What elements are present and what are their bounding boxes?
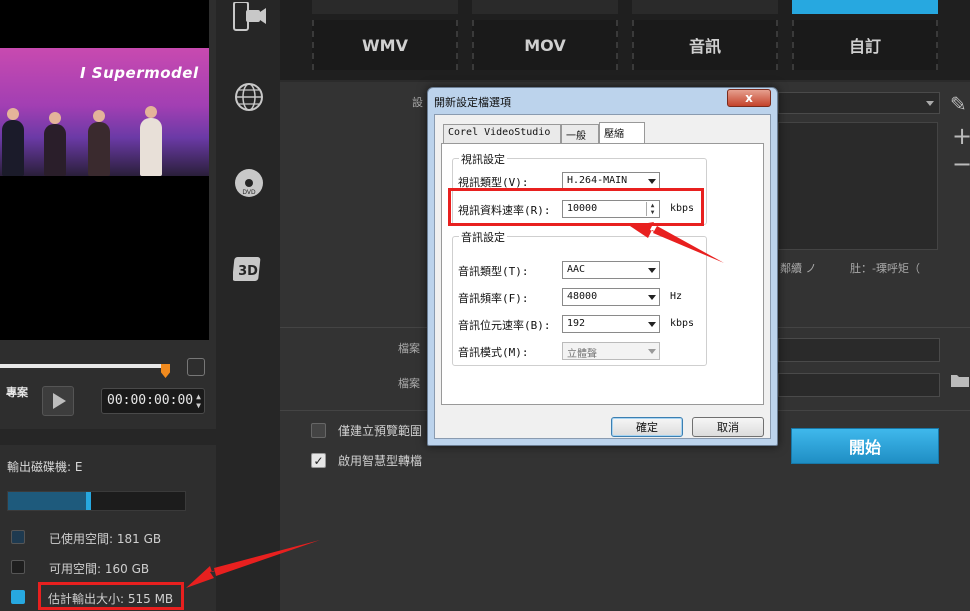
- preview-only-checkbox[interactable]: [311, 423, 326, 438]
- disk-estimate-fill: [86, 492, 91, 510]
- tab-compression[interactable]: 壓縮: [599, 122, 645, 144]
- mobile-device-icon[interactable]: [232, 0, 266, 34]
- video-banner-text: I Supermodel: [80, 64, 199, 82]
- format-tab-top: [472, 0, 618, 14]
- checkmark-icon: ✓: [313, 453, 324, 468]
- audio-settings-title: 音訊設定: [459, 229, 507, 245]
- audio-bitrate-select[interactable]: 192: [562, 315, 660, 333]
- start-button[interactable]: 開始: [791, 428, 939, 464]
- chevron-down-icon: [926, 101, 934, 106]
- timecode-value: 00:00:00:00: [107, 393, 194, 408]
- audio-bitrate-unit: kbps: [670, 318, 695, 329]
- audio-mode-select[interactable]: 立體聲: [562, 342, 660, 360]
- chevron-down-icon: [648, 268, 656, 273]
- audio-mode-label: 音訊模式(M):: [458, 346, 529, 359]
- chevron-down-icon: [648, 322, 656, 327]
- ok-button[interactable]: 確定: [611, 417, 683, 437]
- minus-icon[interactable]: −: [952, 150, 970, 178]
- person-figure: [88, 110, 110, 176]
- svg-text:3D: 3D: [238, 264, 258, 279]
- plus-icon[interactable]: +: [952, 122, 970, 150]
- smart-render-checkbox[interactable]: ✓: [311, 453, 326, 468]
- bitrate-highlight-box: [448, 188, 704, 226]
- profile-text-snippet: 鄰續 ノ: [780, 262, 817, 275]
- free-space-label: 可用空間: 160 GB: [49, 562, 150, 576]
- format-tab-mov[interactable]: MOV: [472, 20, 618, 70]
- timecode-spinner[interactable]: ▲ ▼: [196, 392, 201, 410]
- video-preview-frame: I Supermodel: [0, 48, 209, 176]
- panel-divider: [0, 429, 216, 445]
- copy-icon[interactable]: [187, 358, 205, 376]
- smart-render-label: 啟用智慧型轉檔: [338, 454, 423, 468]
- profile-description-box: [778, 122, 938, 250]
- person-figure: [2, 108, 24, 176]
- new-profile-dialog: 開新設定檔選項 x Corel VideoStudio 一般 壓縮 視訊設定 視…: [427, 87, 778, 446]
- file-name-label: 檔案: [398, 342, 420, 355]
- timecode-field[interactable]: 00:00:00:00 ▲ ▼: [101, 388, 205, 414]
- dialog-title: 開新設定檔選項: [434, 96, 511, 109]
- format-tab-audio[interactable]: 音訊: [632, 20, 778, 70]
- file-location-input[interactable]: [778, 373, 940, 397]
- output-drive-label: 輸出磁碟機: E: [7, 460, 83, 474]
- format-tab-top: [312, 0, 458, 14]
- format-tab-wmv[interactable]: WMV: [312, 20, 458, 70]
- project-label: 專案: [6, 386, 28, 399]
- used-space-swatch: [11, 530, 25, 544]
- video-settings-title: 視訊設定: [459, 151, 507, 167]
- disk-used-fill: [8, 492, 88, 510]
- file-name-input[interactable]: [778, 338, 940, 362]
- settings-label: 設: [412, 96, 423, 109]
- svg-text:DVD: DVD: [242, 189, 256, 196]
- audio-type-label: 音訊類型(T):: [458, 265, 529, 278]
- used-space-label: 已使用空間: 181 GB: [49, 532, 162, 546]
- tab-general[interactable]: 一般: [561, 124, 599, 143]
- file-location-label: 檔案: [398, 377, 420, 390]
- audio-type-select[interactable]: AAC: [562, 261, 660, 279]
- tab-corel-videostudio[interactable]: Corel VideoStudio: [443, 124, 561, 143]
- dvd-icon[interactable]: DVD: [232, 166, 266, 200]
- globe-icon[interactable]: [232, 80, 266, 114]
- chevron-down-icon: [648, 295, 656, 300]
- close-button[interactable]: x: [727, 89, 771, 107]
- audio-frequency-label: 音訊頻率(F):: [458, 292, 529, 305]
- play-button[interactable]: [42, 386, 74, 416]
- format-tab-top: [632, 0, 778, 14]
- compression-page: 視訊設定 視訊類型(V): H.264-MAIN 視訊資料速率(R): 1000…: [441, 143, 764, 405]
- estimated-output-label: 估計輸出大小: 515 MB: [48, 592, 174, 606]
- chevron-down-icon: [648, 179, 656, 184]
- audio-frequency-unit: Hz: [670, 291, 683, 302]
- person-figure: [44, 112, 66, 176]
- person-figure: [140, 106, 162, 176]
- 3d-icon[interactable]: 3D: [232, 252, 266, 286]
- format-tab-top-active: [792, 0, 938, 14]
- audio-bitrate-label: 音訊位元速率(B):: [458, 319, 551, 332]
- pencil-icon[interactable]: ✎: [950, 92, 967, 116]
- preview-only-label: 僅建立預覽範圍: [338, 424, 423, 438]
- folder-icon[interactable]: [950, 372, 970, 393]
- play-icon: [53, 393, 66, 409]
- profile-dropdown[interactable]: [778, 92, 940, 114]
- format-tab-custom[interactable]: 自訂: [792, 20, 938, 70]
- cancel-button[interactable]: 取消: [692, 417, 764, 437]
- chevron-down-icon: [648, 349, 656, 354]
- dialog-body: Corel VideoStudio 一般 壓縮 視訊設定 視訊類型(V): H.…: [434, 114, 771, 439]
- free-space-swatch: [11, 560, 25, 574]
- scrub-bar[interactable]: [0, 364, 168, 368]
- profile-text-snippet: 肚：-瑮呼矩（: [850, 262, 920, 275]
- close-icon: x: [745, 91, 753, 105]
- audio-frequency-select[interactable]: 48000: [562, 288, 660, 306]
- estimate-swatch: [11, 590, 25, 604]
